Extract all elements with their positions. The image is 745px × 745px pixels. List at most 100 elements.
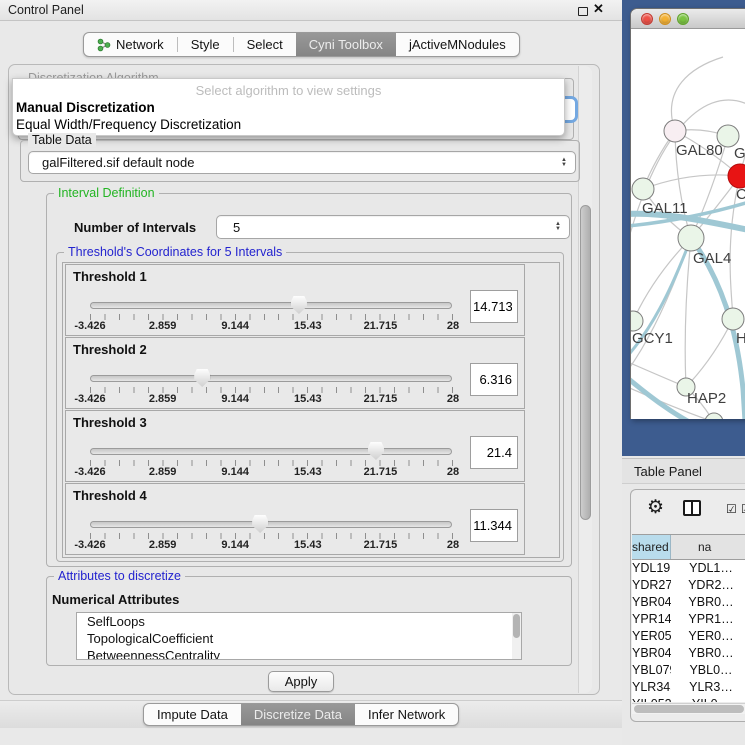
- slider-track[interactable]: [90, 448, 452, 455]
- table-cell[interactable]: YIL052C: [632, 696, 671, 702]
- axis-tick-label: 15.43: [294, 539, 322, 551]
- axis-tick-label: 28: [447, 466, 459, 478]
- column-header-name[interactable]: na: [671, 535, 745, 559]
- table-cell[interactable]: YLR345W: [632, 679, 671, 696]
- node-gcy1[interactable]: [631, 311, 643, 331]
- slider-track[interactable]: [90, 521, 452, 528]
- table-cell[interactable]: YBR045C: [632, 645, 671, 662]
- table-row[interactable]: YPR145WYPR1…: [632, 611, 745, 628]
- table-cell[interactable]: YDR27…: [632, 577, 671, 594]
- thresholds-group-label: Threshold's Coordinates for 5 Intervals: [64, 245, 286, 259]
- table-row[interactable]: YER054CYER0…: [632, 628, 745, 645]
- tab-infer-network[interactable]: Infer Network: [355, 704, 458, 725]
- node-label: GAL11: [642, 200, 688, 217]
- axis-tick-label: -3.426: [74, 539, 105, 551]
- column-split-icon[interactable]: [683, 500, 701, 516]
- table-header-row: shared… na: [632, 535, 745, 560]
- thresholds-scrollpane[interactable]: Threshold 1-3.4262.8599.14415.4321.71528…: [62, 262, 560, 558]
- checkbox-icon[interactable]: ☑: [741, 502, 745, 516]
- slider-track[interactable]: [90, 375, 452, 382]
- axis-tick-label: 9.144: [221, 466, 249, 478]
- table-horizontal-scrollbar[interactable]: [632, 703, 745, 714]
- table-row[interactable]: YDL19…YDL1…: [632, 560, 745, 577]
- axis-tick-label: 15.43: [294, 393, 322, 405]
- tab-cyni-toolbox[interactable]: Cyni Toolbox: [296, 33, 396, 56]
- numerical-attributes-list[interactable]: SelfLoopsTopologicalCoefficientBetweenne…: [76, 612, 522, 660]
- table-cell[interactable]: YPR145W: [632, 611, 671, 628]
- table-cell[interactable]: YBL079W: [632, 662, 671, 679]
- table-row[interactable]: YBR043CYBR0…: [632, 594, 745, 611]
- table-cell[interactable]: YER0…: [671, 628, 745, 645]
- table-cell[interactable]: YPR1…: [671, 611, 745, 628]
- table-cell[interactable]: YIL0…: [671, 696, 745, 702]
- axis-tick-label: 21.715: [364, 393, 398, 405]
- table-data-combobox[interactable]: galFiltered.sif default node ▲▼: [28, 151, 576, 174]
- threshold-value-field[interactable]: [470, 290, 518, 323]
- minimize-traffic-light[interactable]: [659, 13, 671, 25]
- network-canvas[interactable]: GAL80GACGAL11GAL4GCY1HHAP2: [631, 29, 745, 419]
- axis-tick-label: 2.859: [149, 320, 177, 332]
- slider-track[interactable]: [90, 302, 452, 309]
- threshold-row: Threshold 2-3.4262.8599.14415.4321.71528: [65, 337, 525, 409]
- tab-network[interactable]: Network: [84, 33, 177, 56]
- table-cell[interactable]: YDL1…: [671, 560, 745, 577]
- scrollbar-thumb[interactable]: [634, 705, 744, 713]
- threshold-value-field[interactable]: [470, 436, 518, 469]
- float-window-icon[interactable]: [578, 7, 588, 16]
- table-row[interactable]: YBR045CYBR0…: [632, 645, 745, 662]
- table-panel-header: Table Panel: [622, 458, 745, 484]
- scrollbar-thumb[interactable]: [580, 205, 591, 520]
- tab-select[interactable]: Select: [234, 33, 296, 56]
- numerical-attributes-label: Numerical Attributes: [52, 592, 179, 607]
- panel-title: Control Panel: [8, 3, 84, 17]
- threshold-row: Threshold 1-3.4262.8599.14415.4321.71528: [65, 264, 525, 336]
- network-window-titlebar[interactable]: [631, 9, 745, 29]
- slider-thumb[interactable]: [368, 442, 384, 460]
- slider-thumb[interactable]: [252, 515, 268, 533]
- slider-thumb[interactable]: [291, 296, 307, 314]
- attribute-list-item[interactable]: SelfLoops: [77, 613, 521, 630]
- gear-icon[interactable]: ⚙: [647, 498, 664, 518]
- dropdown-item-equal-width[interactable]: Equal Width/Frequency Discretization: [16, 117, 241, 132]
- attributes-list-scrollbar[interactable]: [512, 613, 521, 659]
- node-gal80[interactable]: [664, 120, 686, 142]
- table-cell[interactable]: YDL19…: [632, 560, 671, 577]
- slider-thumb[interactable]: [194, 369, 210, 387]
- table-cell[interactable]: YER054C: [632, 628, 671, 645]
- table-cell[interactable]: YBL0…: [671, 662, 745, 679]
- table-cell[interactable]: YBR0…: [671, 645, 745, 662]
- dropdown-item-manual[interactable]: Manual Discretization: [16, 100, 155, 115]
- table-row[interactable]: YDR27…YDR2…: [632, 577, 745, 594]
- table-row[interactable]: YLR345WYLR3…: [632, 679, 745, 696]
- panel-vertical-scrollbar[interactable]: [578, 66, 592, 693]
- network-view-window: GAL80GACGAL11GAL4GCY1HHAP2: [630, 8, 745, 419]
- table-cell[interactable]: YBR043C: [632, 594, 671, 611]
- table-cell[interactable]: YDR2…: [671, 577, 745, 594]
- threshold-value-field[interactable]: [470, 363, 518, 396]
- close-icon[interactable]: ✕: [593, 1, 604, 17]
- attribute-list-item[interactable]: BetweennessCentrality: [77, 647, 521, 660]
- node-gal11[interactable]: [632, 178, 654, 200]
- node-right[interactable]: [722, 308, 744, 330]
- table-row[interactable]: YIL052CYIL0…: [632, 696, 745, 702]
- table-cell[interactable]: YLR3…: [671, 679, 745, 696]
- threshold-value-field[interactable]: [470, 509, 518, 542]
- node-bottom[interactable]: [705, 413, 723, 419]
- tab-jactivemnodules[interactable]: jActiveMNodules: [396, 33, 519, 56]
- control-panel: Control Panel ✕ Network Style Select Cyn…: [0, 0, 622, 745]
- attribute-list-item[interactable]: TopologicalCoefficient: [77, 630, 521, 647]
- tab-impute-data[interactable]: Impute Data: [144, 704, 241, 725]
- close-traffic-light[interactable]: [641, 13, 653, 25]
- table-cell[interactable]: YBR0…: [671, 594, 745, 611]
- column-header-shared-name[interactable]: shared…: [632, 535, 671, 559]
- tab-style[interactable]: Style: [178, 33, 233, 56]
- axis-tick-label: 2.859: [149, 539, 177, 551]
- node-gal4[interactable]: [678, 225, 704, 251]
- zoom-traffic-light[interactable]: [677, 13, 689, 25]
- number-of-intervals-combobox[interactable]: 5 ▲▼: [216, 215, 570, 239]
- checkbox-icon[interactable]: ☑: [726, 502, 737, 516]
- tab-discretize-data[interactable]: Discretize Data: [241, 704, 355, 725]
- table-row[interactable]: YBL079WYBL0…: [632, 662, 745, 679]
- apply-button[interactable]: Apply: [268, 671, 334, 692]
- scrollbar-thumb[interactable]: [513, 614, 520, 638]
